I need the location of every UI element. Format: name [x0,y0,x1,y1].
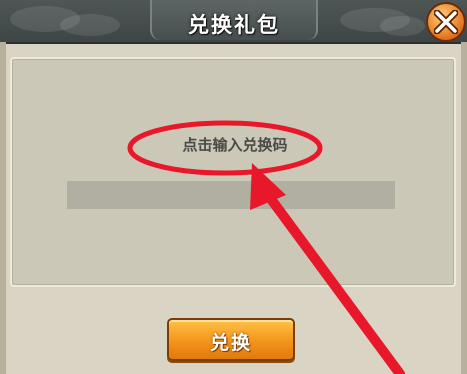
redeem-button[interactable]: 兑换 [167,318,295,361]
frame-left [0,42,6,374]
close-button[interactable] [426,2,466,42]
redeem-code-panel [10,57,456,287]
close-icon [434,10,458,34]
redeem-button-label: 兑换 [209,332,252,354]
redeem-code-input[interactable] [67,181,395,209]
dialog-title: 兑换礼包 [188,13,280,37]
header-cloud-decoration [380,16,425,36]
header-cloud-decoration [60,14,120,36]
frame-right [461,42,467,374]
dialog-header: 兑换礼包 [0,0,467,44]
title-plate: 兑换礼包 [150,0,318,40]
redeem-code-prompt[interactable]: 点击输入兑换码 [140,134,330,156]
